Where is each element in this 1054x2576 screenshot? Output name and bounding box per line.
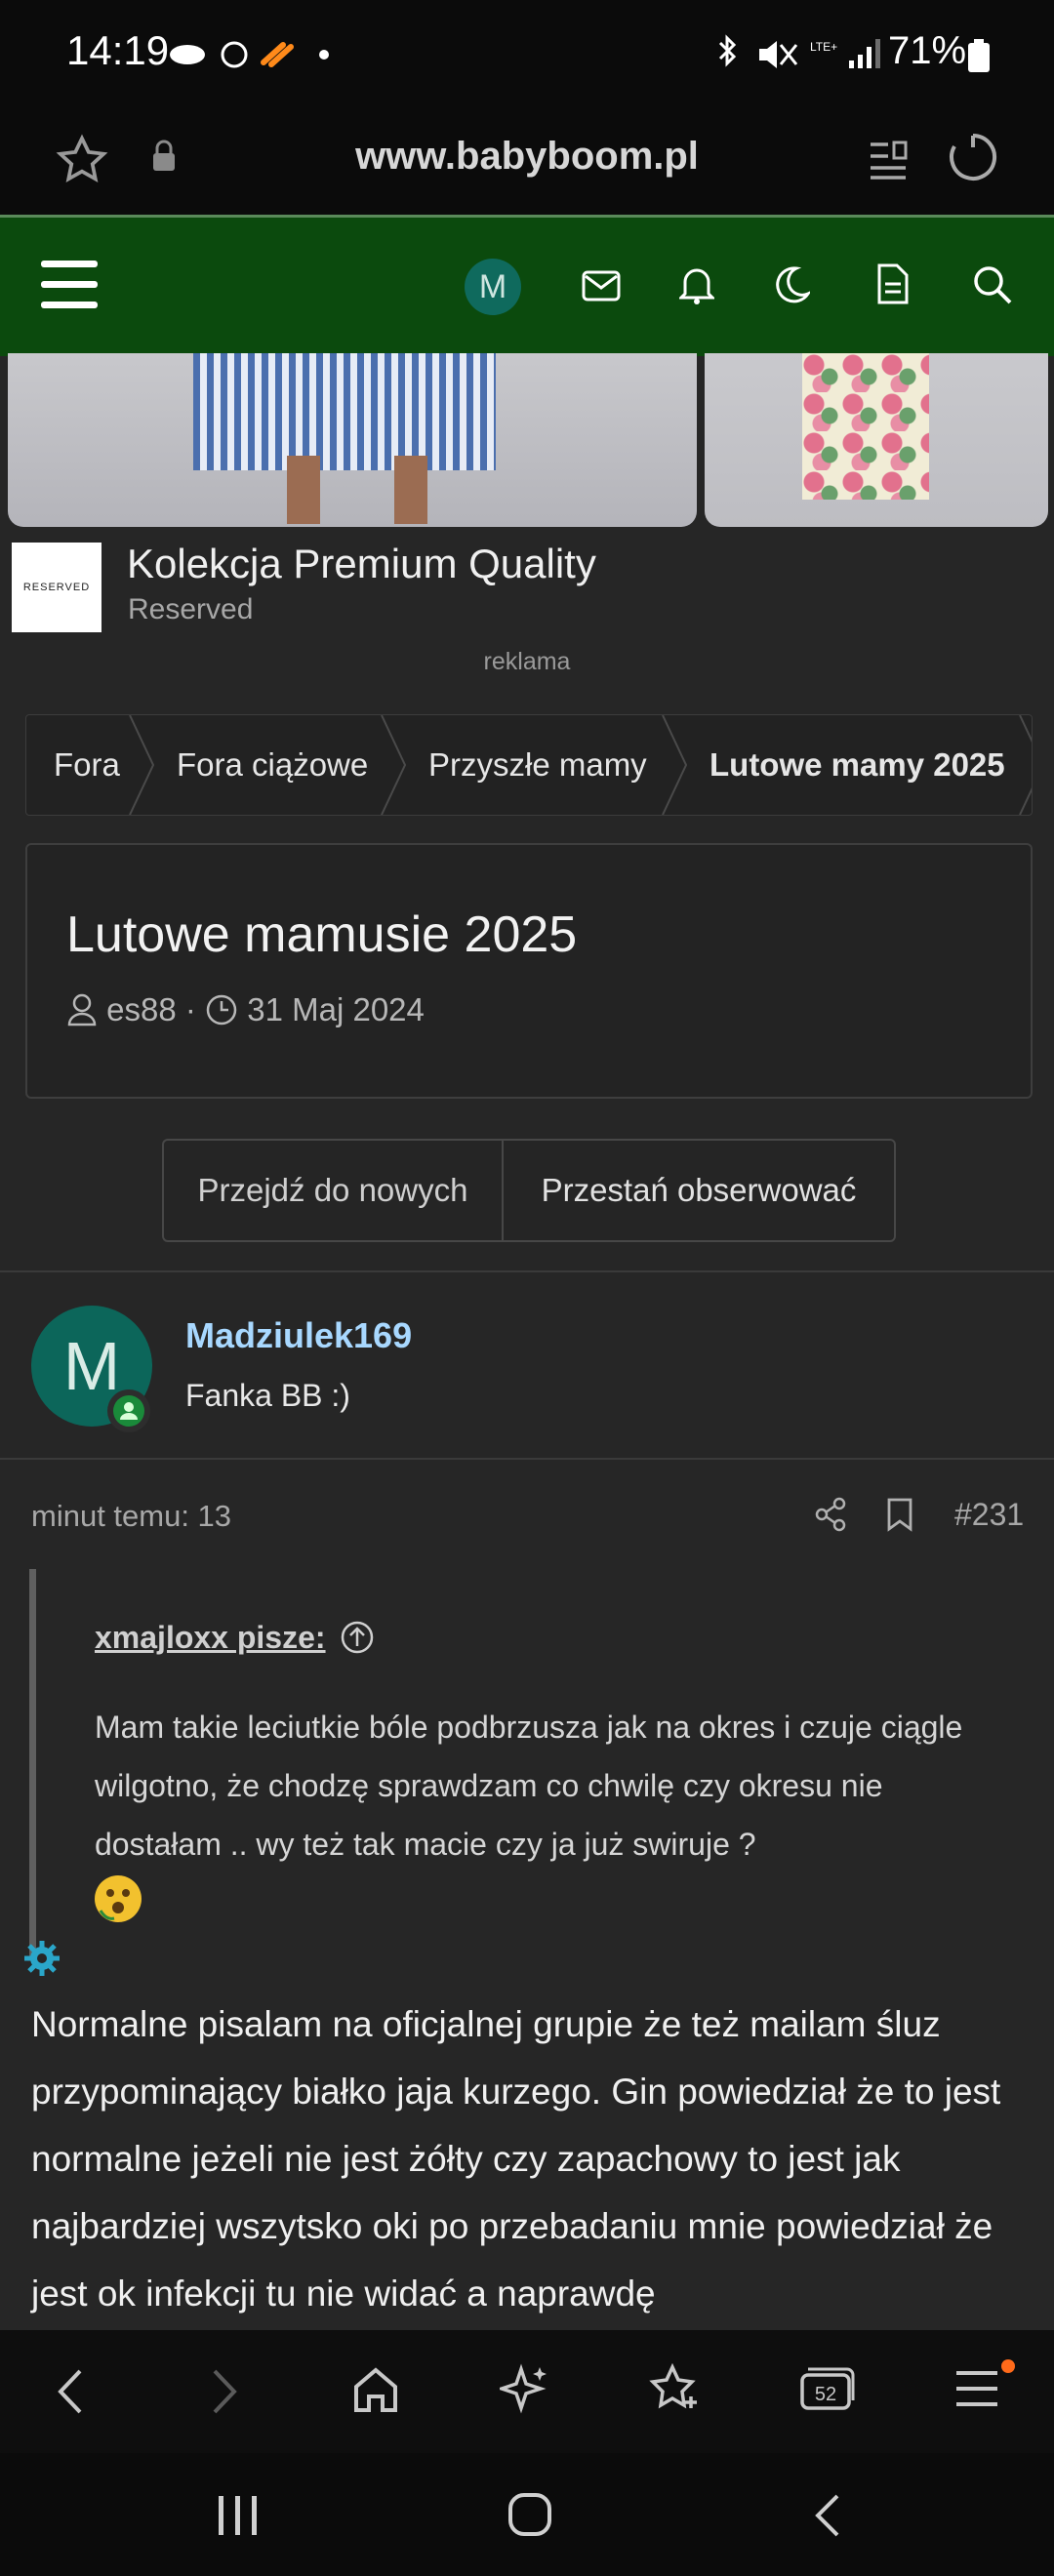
bookmarks-icon[interactable]: [648, 2363, 701, 2414]
online-user-icon: [120, 1402, 138, 1420]
ad-brand-logo[interactable]: RESERVED: [12, 543, 101, 632]
battery-icon: [968, 39, 990, 72]
divider: [0, 1270, 1054, 1272]
worried-face-emoji-icon: [95, 1875, 142, 1922]
thread-meta: es88 · 31 Maj 2024: [66, 991, 425, 1028]
system-navigation-bar: [0, 2453, 1054, 2576]
status-bar: 14:19 LTE+ 71%: [0, 0, 1054, 109]
svg-text:LTE+: LTE+: [810, 40, 837, 54]
meta-separator: ·: [184, 991, 196, 1027]
user-title: Fanka BB :): [185, 1378, 350, 1413]
breadcrumb-chevron-icon: [662, 715, 688, 815]
recent-apps-icon[interactable]: [217, 2496, 260, 2535]
ad-floral-dress-graphic: [802, 353, 929, 500]
unwatch-button[interactable]: Przestań obserwować: [504, 1141, 894, 1240]
battery-percent: 71%: [888, 29, 967, 72]
online-status-badge: [107, 1389, 150, 1432]
jump-to-quote-icon[interactable]: [340, 1620, 375, 1655]
clock-icon: [206, 994, 237, 1026]
home-icon[interactable]: [351, 2365, 400, 2414]
breadcrumb-fora[interactable]: Fora: [54, 715, 120, 815]
browser-url-bar: www.babyboom.pl: [0, 109, 1054, 217]
user-icon: [67, 993, 97, 1026]
home-button-icon[interactable]: [507, 2492, 552, 2537]
ai-sparkle-icon[interactable]: [500, 2363, 550, 2414]
reader-mode-icon[interactable]: [865, 137, 912, 183]
browser-menu-icon[interactable]: [956, 2369, 1001, 2408]
breadcrumb-fora-ciazowe[interactable]: Fora ciążowe: [177, 715, 368, 815]
bookmark-icon[interactable]: [886, 1497, 913, 1532]
thread-header: Lutowe mamusie 2025 es88 · 31 Maj 2024: [25, 843, 1033, 1099]
quote-author-link[interactable]: xmajloxx pisze:: [95, 1620, 326, 1656]
tabs-icon[interactable]: 52: [798, 2365, 855, 2412]
user-avatar[interactable]: M: [465, 259, 521, 315]
menu-notification-dot: [1001, 2359, 1015, 2373]
ad-dress-graphic: [193, 353, 496, 470]
breadcrumb-przyszle-mamy[interactable]: Przyszłe mamy: [428, 715, 647, 815]
bell-icon[interactable]: [679, 264, 714, 305]
breadcrumb: Fora Fora ciążowe Przyszłe mamy Lutowe m…: [25, 714, 1033, 816]
thread-author[interactable]: es88: [106, 991, 177, 1027]
system-back-icon[interactable]: [812, 2492, 841, 2539]
ad-brand-name: Reserved: [128, 593, 254, 625]
browser-toolbar: 52: [0, 2330, 1054, 2453]
reload-icon[interactable]: [947, 131, 999, 183]
post-timestamp[interactable]: minut temu: 13: [31, 1499, 231, 1534]
dark-mode-icon[interactable]: [771, 264, 810, 305]
svg-text:52: 52: [815, 2384, 836, 2405]
ad-title[interactable]: Kolekcja Premium Quality: [127, 541, 596, 587]
post-username[interactable]: Madziulek169: [185, 1315, 412, 1356]
go-to-new-button[interactable]: Przejdź do nowych: [164, 1141, 504, 1240]
thread-action-buttons: Przejdź do nowych Przestań obserwować: [162, 1139, 896, 1242]
post-number[interactable]: #231: [954, 1497, 1024, 1533]
system-status-icons: LTE+: [712, 33, 883, 76]
divider: [0, 1458, 1054, 1460]
site-navigation-bar: M: [0, 215, 1054, 356]
inbox-icon[interactable]: [582, 268, 621, 303]
ad-label: reklama: [483, 648, 571, 675]
notification-icons: [166, 35, 351, 74]
back-icon[interactable]: [55, 2367, 84, 2416]
post-body: Normalne pisalam na oficjalnej grupie że…: [31, 2004, 1001, 2314]
quote-bar: [29, 1569, 36, 1959]
quote-text: Mam takie leciutkie bóle podbrzusza jak …: [95, 1710, 963, 1862]
ad-image-1[interactable]: [8, 353, 697, 527]
settings-gear-icon[interactable]: [21, 1938, 62, 1979]
breadcrumb-chevron-icon: [381, 715, 407, 815]
breadcrumb-chevron-icon: [129, 715, 155, 815]
share-icon[interactable]: [814, 1497, 847, 1532]
breadcrumb-chevron-icon: [1019, 715, 1032, 815]
search-icon[interactable]: [972, 264, 1013, 305]
breadcrumb-lutowe-mamy[interactable]: Lutowe mamy 2025: [709, 715, 1005, 815]
status-time: 14:19: [66, 27, 170, 73]
document-icon[interactable]: [876, 262, 910, 305]
hamburger-menu-icon[interactable]: [41, 261, 98, 309]
page-title: Lutowe mamusie 2025: [66, 906, 578, 963]
thread-date[interactable]: 31 Maj 2024: [247, 991, 425, 1027]
forward-icon[interactable]: [211, 2367, 240, 2416]
ad-image-2[interactable]: [705, 353, 1048, 527]
